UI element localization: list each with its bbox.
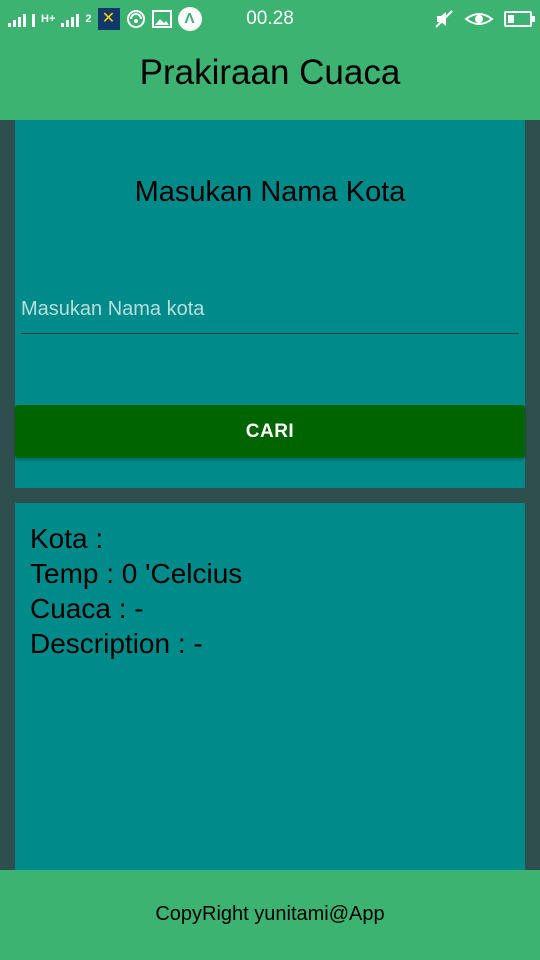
- weather-result: Cuaca : -: [30, 593, 144, 624]
- search-button[interactable]: CARI: [15, 405, 525, 458]
- status-bar-right: [434, 6, 535, 32]
- copyright-text: CopyRight yunitami@App: [155, 903, 385, 925]
- temperature-result: Temp : 0 'Celcius: [30, 558, 243, 589]
- app-header: H+ 2 ✕ Λ 00.28 Prakiraan Cuaca: [0, 0, 540, 120]
- result-list: Kota : Temp : 0 'Celcius Cuaca : - Descr…: [30, 521, 242, 661]
- city-input[interactable]: [21, 292, 519, 334]
- search-card: Masukan Nama Kota CARI: [15, 120, 525, 488]
- search-heading: Masukan Nama Kota: [134, 176, 406, 208]
- eye-icon: [464, 13, 494, 25]
- description-result: Description : -: [30, 628, 203, 659]
- battery-icon: [504, 11, 535, 27]
- status-bar: H+ 2 ✕ Λ 00.28: [0, 0, 540, 38]
- app-title: Prakiraan Cuaca: [139, 53, 401, 92]
- footer: CopyRight yunitami@App: [0, 870, 540, 960]
- result-card: Kota : Temp : 0 'Celcius Cuaca : - Descr…: [15, 503, 525, 870]
- city-result: Kota :: [30, 523, 104, 554]
- mute-icon: [435, 10, 453, 28]
